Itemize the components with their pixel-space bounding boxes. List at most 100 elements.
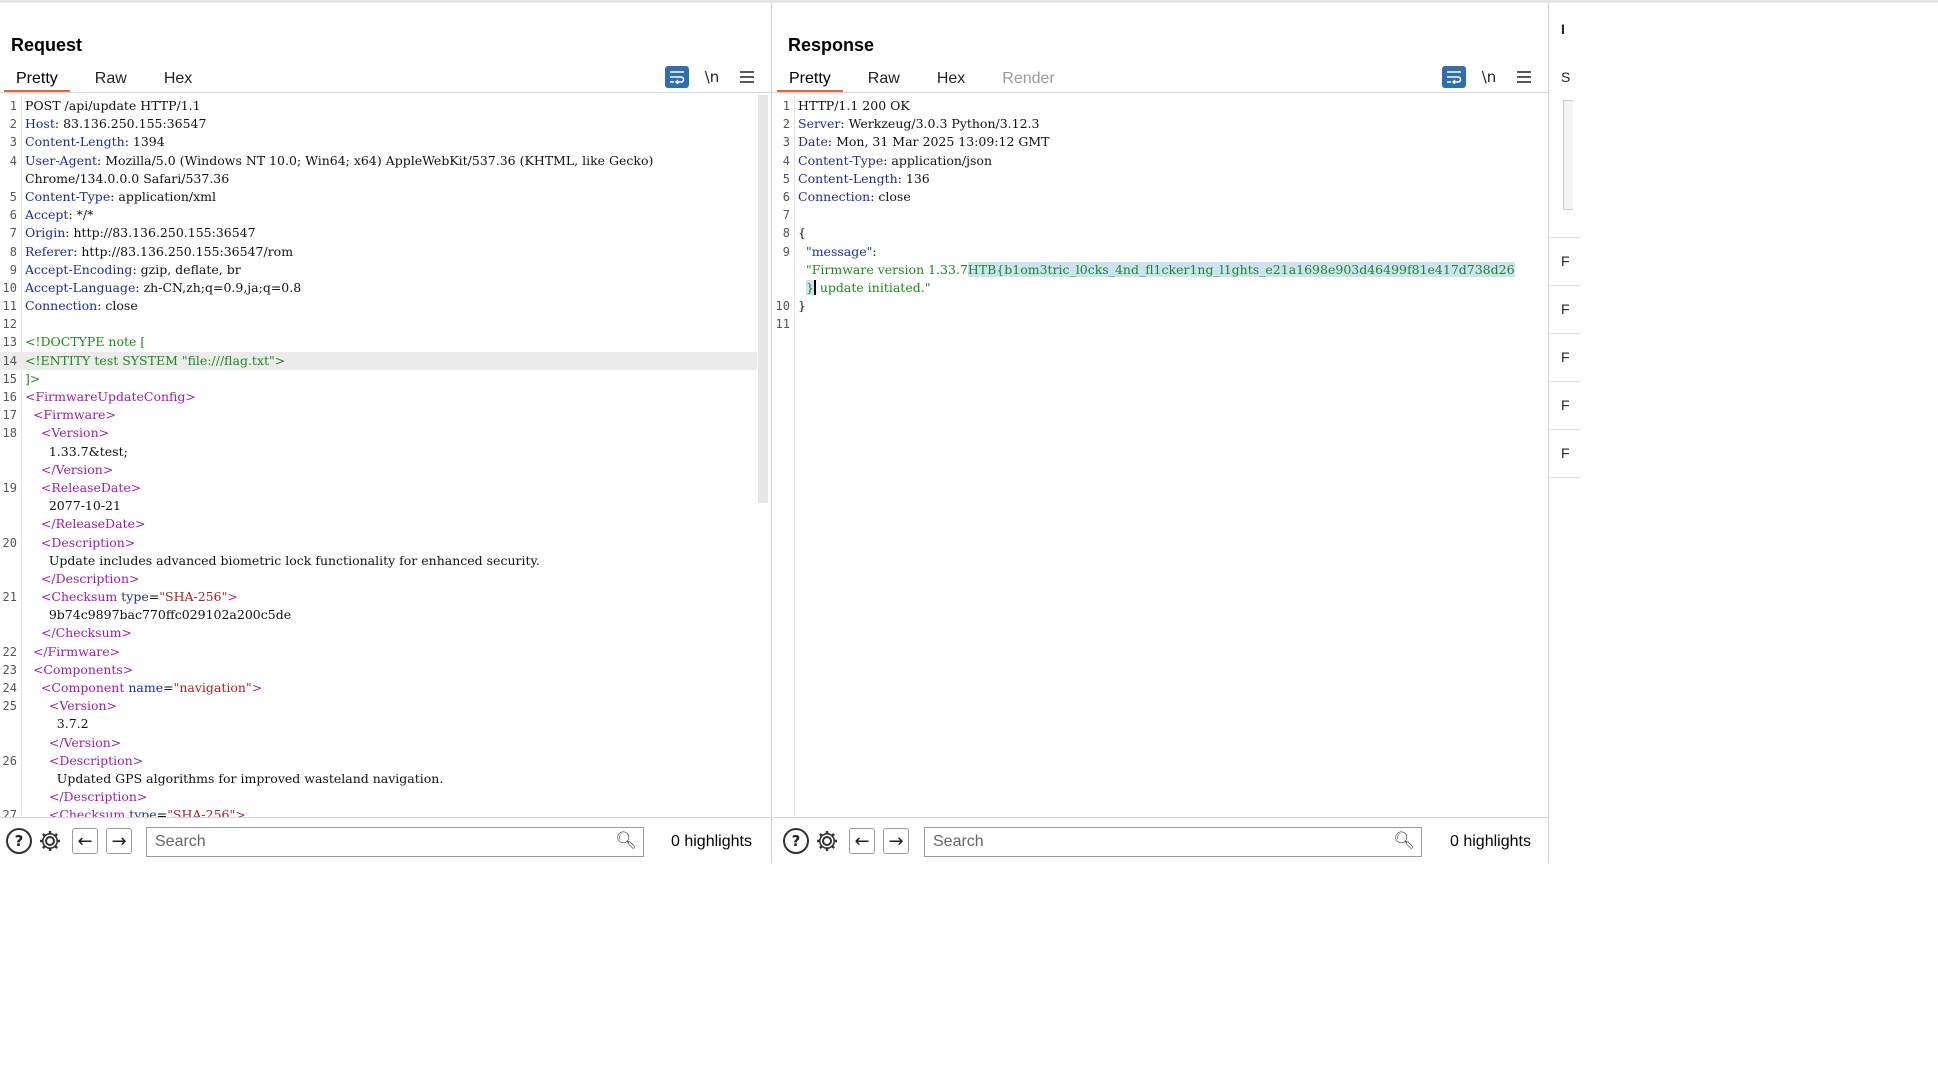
code-line: 11 (773, 315, 1534, 333)
gear-icon[interactable] (37, 828, 63, 854)
code-line: 9 Accept-Encoding: gzip, deflate, br (0, 261, 757, 279)
response-tabs: Pretty Raw Hex Render (777, 65, 1080, 93)
header-value: application/xml (114, 188, 217, 204)
show-newlines-button[interactable]: \n (700, 66, 724, 88)
response-tab-pretty[interactable]: Pretty (777, 65, 843, 93)
code-line: 2 Server: Werkzeug/3.0.3 Python/3.12.3 (773, 115, 1534, 133)
line-number: 16 (2, 390, 17, 404)
line-content: </Version> (25, 461, 113, 479)
xml-tag: <Components> (32, 661, 134, 677)
line-content: Accept: */* (25, 206, 93, 224)
line-number: 27 (2, 808, 17, 817)
help-icon[interactable]: ? (6, 828, 32, 854)
line-content: Accept-Language: zh-CN,zh;q=0.9,ja;q=0.8 (25, 279, 301, 297)
line-number: 20 (2, 535, 17, 550)
code-line: 16 <FirmwareUpdateConfig> (0, 388, 757, 406)
line-number: 1 (782, 99, 790, 113)
line-content: ]> (25, 370, 40, 388)
line-number: 18 (2, 426, 17, 441)
inspector-letter[interactable]: F (1561, 445, 1570, 461)
request-tab-hex[interactable]: Hex (152, 65, 204, 93)
code-line: 25 <Version> (0, 697, 757, 715)
xml-tag: </Checksum> (40, 625, 132, 641)
wrap-lines-icon[interactable] (1442, 66, 1466, 88)
code-line: 7 (773, 206, 1534, 224)
header-value: http://83.136.250.155:36547/rom (77, 243, 294, 259)
line-number: 14 (2, 353, 17, 368)
menu-icon[interactable] (735, 66, 759, 88)
inspector-divider (1550, 285, 1580, 286)
response-tab-raw[interactable]: Raw (856, 65, 912, 93)
xml-tag: </ReleaseDate> (40, 516, 146, 532)
show-newlines-button[interactable]: \n (1477, 66, 1501, 88)
line-content: User-Agent: Mozilla/5.0 (Windows NT 10.0… (25, 152, 653, 170)
request-search-box: 🔍︎ (146, 827, 644, 857)
json-colon: : (872, 243, 877, 259)
inspector-letter: S (1561, 69, 1571, 85)
request-tab-divider (0, 92, 771, 93)
header-value: Werkzeug/3.0.3 Python/3.12.3 (844, 116, 1040, 132)
response-search-input[interactable] (925, 828, 1421, 856)
xml-tag: <Firmware> (32, 407, 116, 423)
xml-tag: </Description> (48, 789, 148, 805)
menu-icon[interactable] (1512, 66, 1536, 88)
code-line: 24 <Component name="navigation"> (0, 679, 757, 697)
line-number: 19 (2, 480, 17, 495)
line-content: "Firmware version 1.33.7HTB{b1om3tric_l0… (798, 261, 1515, 279)
code-line: 22 </Firmware> (0, 643, 757, 661)
line-content: </ReleaseDate> (25, 515, 146, 533)
code-line: </ReleaseDate> (0, 515, 757, 533)
header-name: Host (25, 116, 55, 132)
inspector-letter[interactable]: F (1561, 349, 1570, 365)
line-content: Content-Length: 136 (798, 170, 930, 188)
request-find-bar: ? ← → 🔍︎ 0 highlights (0, 817, 771, 863)
response-tab-hex[interactable]: Hex (925, 65, 977, 93)
xml-attribute: type (117, 589, 149, 605)
inspector-letter[interactable]: F (1561, 397, 1570, 413)
inspector-letter[interactable]: F (1561, 301, 1570, 317)
code-line: 4 User-Agent: Mozilla/5.0 (Windows NT 10.… (0, 152, 757, 170)
line-content: Content-Type: application/xml (25, 188, 216, 206)
code-line: 11 Connection: close (0, 297, 757, 315)
line-content: HTTP/1.1 200 OK (798, 97, 910, 115)
code-line: Update includes advanced biometric lock … (0, 552, 757, 570)
code-line: 9 "message": (773, 243, 1534, 261)
line-text: Updated GPS algorithms for improved wast… (56, 770, 444, 786)
search-icon[interactable]: 🔍︎ (1393, 831, 1415, 851)
line-number: 13 (2, 335, 17, 350)
request-search-input[interactable] (147, 828, 643, 856)
inspector-letter[interactable]: F (1561, 253, 1570, 269)
wrap-lines-icon[interactable] (665, 66, 689, 88)
code-line: 2 Host: 83.136.250.155:36547 (0, 115, 757, 133)
line-number: 15 (2, 371, 17, 386)
request-editor-tools: \n (654, 66, 759, 88)
code-line: 1 HTTP/1.1 200 OK (773, 97, 1534, 115)
response-pane: Response Pretty Raw Hex Render \n 1 HTTP/… (773, 3, 1549, 863)
code-line: 1.33.7&test; (0, 443, 757, 461)
request-tab-raw[interactable]: Raw (83, 65, 139, 93)
request-editor[interactable]: 1 POST /api/update HTTP/1.1 2 Host: 83.136.… (0, 95, 771, 817)
line-content: Referer: http://83.136.250.155:36547/rom (25, 243, 293, 261)
response-editor[interactable]: 1 HTTP/1.1 200 OK 2 Server: Werkzeug/3.0.3 … (773, 95, 1548, 817)
arrow-right-icon[interactable]: → (883, 828, 909, 854)
response-tab-render[interactable]: Render (990, 65, 1066, 93)
help-icon[interactable]: ? (783, 828, 809, 854)
search-icon[interactable]: 🔍︎ (615, 831, 637, 851)
code-line: 23 <Components> (0, 661, 757, 679)
arrow-right-icon[interactable]: → (106, 828, 132, 854)
xml-tag-close: > (235, 807, 246, 817)
code-line: Chrome/134.0.0.0 Safari/537.36 (0, 170, 757, 188)
arrow-left-icon[interactable]: ← (849, 828, 875, 854)
header-name: Content-Length (25, 134, 125, 150)
request-scrollbar[interactable] (758, 95, 768, 503)
line-number: 8 (782, 226, 790, 241)
arrow-left-icon[interactable]: ← (72, 828, 98, 854)
request-tab-pretty[interactable]: Pretty (4, 65, 70, 93)
gear-icon[interactable] (814, 828, 840, 854)
header-name: Accept-Encoding (25, 261, 133, 277)
